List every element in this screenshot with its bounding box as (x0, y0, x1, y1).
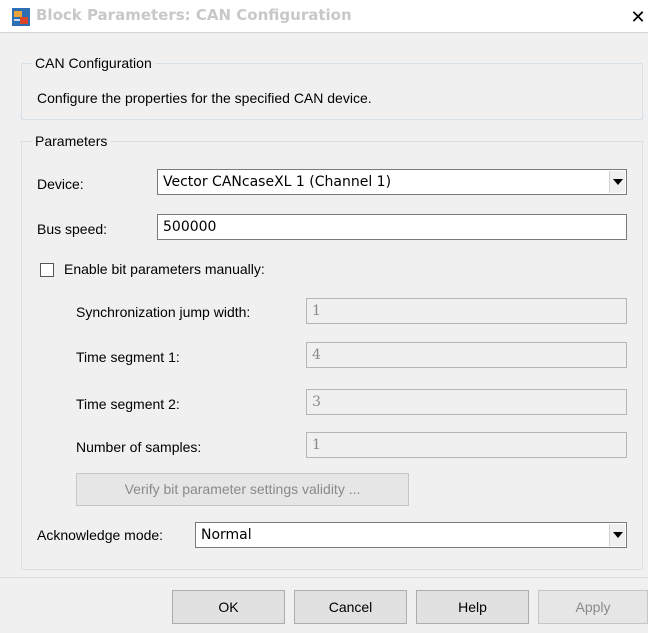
time-segment-2-label: Time segment 2: (76, 396, 180, 412)
chevron-down-icon[interactable] (609, 524, 625, 546)
time-segment-2-input[interactable]: 3 (306, 389, 627, 415)
enable-bit-params-checkbox[interactable] (40, 263, 54, 277)
time-segment-1-input[interactable]: 4 (306, 342, 627, 368)
acknowledge-mode-label: Acknowledge mode: (37, 527, 164, 543)
device-dropdown[interactable]: Vector CANcaseXL 1 (Channel 1) (157, 169, 627, 195)
acknowledge-mode-value: Normal (201, 527, 252, 543)
device-dropdown-value: Vector CANcaseXL 1 (Channel 1) (163, 174, 392, 190)
device-label: Device: (37, 176, 84, 192)
acknowledge-mode-dropdown[interactable]: Normal (195, 522, 627, 548)
simulink-block-icon (12, 8, 30, 26)
cancel-button[interactable]: Cancel (294, 590, 407, 624)
sync-jump-width-label: Synchronization jump width: (76, 304, 251, 320)
bus-speed-label: Bus speed: (37, 221, 108, 237)
time-segment-1-label: Time segment 1: (76, 349, 180, 365)
description-group-title: CAN Configuration (32, 55, 155, 71)
sync-jump-width-input[interactable]: 1 (306, 298, 627, 324)
chevron-down-icon[interactable] (609, 171, 625, 193)
bus-speed-input[interactable]: 500000 (157, 214, 627, 240)
verify-bit-params-button[interactable]: Verify bit parameter settings validity .… (76, 473, 409, 506)
title-bar: Block Parameters: CAN Configuration ✕ (0, 0, 648, 33)
number-of-samples-label: Number of samples: (76, 439, 202, 455)
close-button[interactable]: ✕ (628, 6, 648, 28)
parameters-group-title: Parameters (32, 133, 111, 149)
footer-divider (0, 577, 648, 578)
ok-button[interactable]: OK (172, 590, 285, 624)
help-button[interactable]: Help (416, 590, 529, 624)
description-text: Configure the properties for the specifi… (37, 90, 372, 106)
window-title: Block Parameters: CAN Configuration (36, 6, 352, 24)
enable-bit-params-label: Enable bit parameters manually: (64, 261, 265, 277)
apply-button[interactable]: Apply (538, 590, 648, 624)
number-of-samples-input[interactable]: 1 (306, 432, 627, 458)
